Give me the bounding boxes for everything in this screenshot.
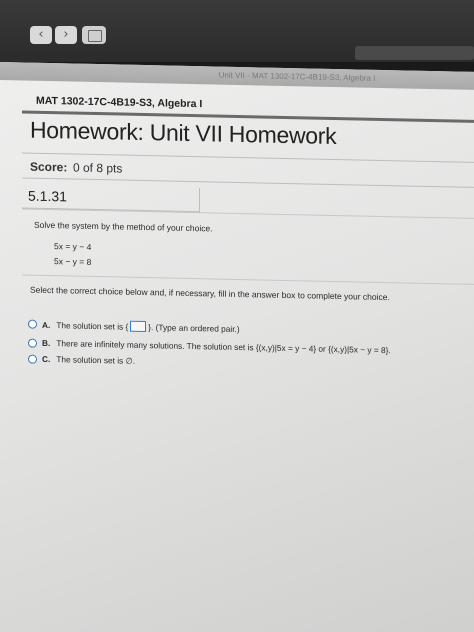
answer-input[interactable] [130, 320, 147, 333]
choice-b-radio[interactable] [28, 338, 37, 348]
nav-buttons: ‹ › [30, 26, 77, 44]
question-number-box: 5.1.31 [22, 184, 200, 213]
choice-a-letter: A. [42, 319, 51, 330]
equation-2: 5x − y = 8 [54, 256, 92, 267]
choice-b-letter: B. [42, 337, 51, 349]
score-value: 0 of 8 pts [73, 160, 123, 176]
page-content: Unit VII - MAT 1302-17C-4B19-S3, Algebra… [0, 62, 474, 632]
page-title: Homework: Unit VII Homework [30, 116, 337, 150]
choice-a-text-after: }. (Type an ordered pair.) [148, 321, 240, 334]
browser-toolbar: ‹ › [0, 0, 474, 62]
choice-a-radio[interactable] [28, 319, 37, 329]
address-bar[interactable] [355, 46, 474, 60]
choice-c[interactable]: C. The solution set is ∅. [28, 354, 135, 366]
choice-a-text-before: The solution set is { [56, 319, 129, 332]
choice-c-letter: C. [42, 353, 51, 365]
score-row: Score: 0 of 8 pts [22, 152, 474, 188]
equation-1: 5x = y − 4 [54, 241, 92, 252]
question-instruction: Solve the system by the method of your c… [34, 219, 213, 234]
question-divider [22, 208, 474, 219]
tab-title[interactable]: Unit VII - MAT 1302-17C-4B19-S3, Algebra… [0, 66, 474, 85]
sidebar-toggle-icon[interactable] [82, 26, 106, 44]
choice-a[interactable]: A. The solution set is { }. (Type an ord… [28, 319, 240, 334]
choice-c-radio[interactable] [28, 354, 37, 364]
tab-bar: Unit VII - MAT 1302-17C-4B19-S3, Algebra… [0, 62, 474, 90]
choice-b-text: There are infinitely many solutions. The… [56, 338, 391, 356]
choice-c-text: The solution set is ∅. [56, 354, 136, 366]
choice-b[interactable]: B. There are infinitely many solutions. … [28, 337, 391, 356]
forward-button[interactable]: › [55, 26, 77, 44]
question-number: 5.1.31 [28, 187, 67, 205]
course-title: MAT 1302-17C-4B19-S3, Algebra I [36, 94, 203, 111]
section-divider [22, 274, 474, 285]
select-prompt: Select the correct choice below and, if … [30, 284, 390, 303]
score-label: Score: [30, 159, 68, 175]
back-button[interactable]: ‹ [30, 26, 52, 44]
